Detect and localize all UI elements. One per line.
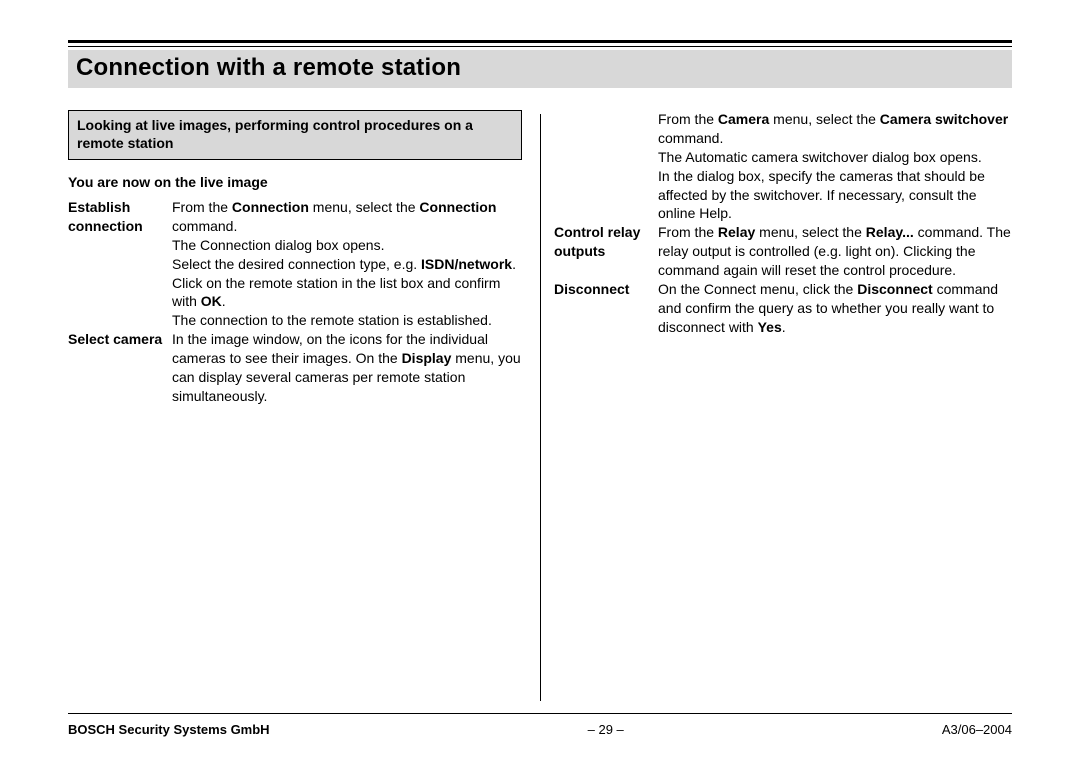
- page-footer: BOSCH Security Systems GmbH – 29 – A3/06…: [68, 713, 1012, 737]
- subheading: You are now on the live image: [68, 174, 522, 190]
- row-label: Control relay outputs: [554, 223, 658, 280]
- footer-company: BOSCH Security Systems GmbH: [68, 722, 270, 737]
- row-text: From the Relay menu, select the Relay...…: [658, 223, 1012, 280]
- definition-row: From the Camera menu, select the Camera …: [554, 110, 1012, 223]
- definition-row: Control relay outputsFrom the Relay menu…: [554, 223, 1012, 280]
- definition-row: Establish connectionFrom the Connection …: [68, 198, 522, 330]
- footer-page: – 29 –: [588, 722, 624, 737]
- row-label: Establish connection: [68, 198, 172, 330]
- row-text: In the image window, on the icons for th…: [172, 330, 522, 406]
- row-label: [554, 110, 658, 223]
- row-text: On the Connect menu, click the Disconnec…: [658, 280, 1012, 337]
- topic-box: Looking at live images, performing contr…: [68, 110, 522, 160]
- row-label: Select camera: [68, 330, 172, 406]
- right-items: From the Camera menu, select the Camera …: [554, 110, 1012, 337]
- footer-doc-id: A3/06–2004: [942, 722, 1012, 737]
- content-columns: Looking at live images, performing contr…: [68, 110, 1012, 700]
- row-label: Disconnect: [554, 280, 658, 337]
- left-items: Establish connectionFrom the Connection …: [68, 198, 522, 406]
- row-text: From the Connection menu, select the Con…: [172, 198, 522, 330]
- left-column: Looking at live images, performing contr…: [68, 110, 540, 700]
- right-column: From the Camera menu, select the Camera …: [540, 110, 1012, 700]
- top-rule-thin: [68, 46, 1012, 47]
- section-title: Connection with a remote station: [68, 50, 1012, 88]
- manual-page: Connection with a remote station Looking…: [0, 0, 1080, 763]
- footer-row: BOSCH Security Systems GmbH – 29 – A3/06…: [68, 714, 1012, 737]
- row-text: From the Camera menu, select the Camera …: [658, 110, 1012, 223]
- top-rule-thick: [68, 40, 1012, 43]
- definition-row: DisconnectOn the Connect menu, click the…: [554, 280, 1012, 337]
- definition-row: Select cameraIn the image window, on the…: [68, 330, 522, 406]
